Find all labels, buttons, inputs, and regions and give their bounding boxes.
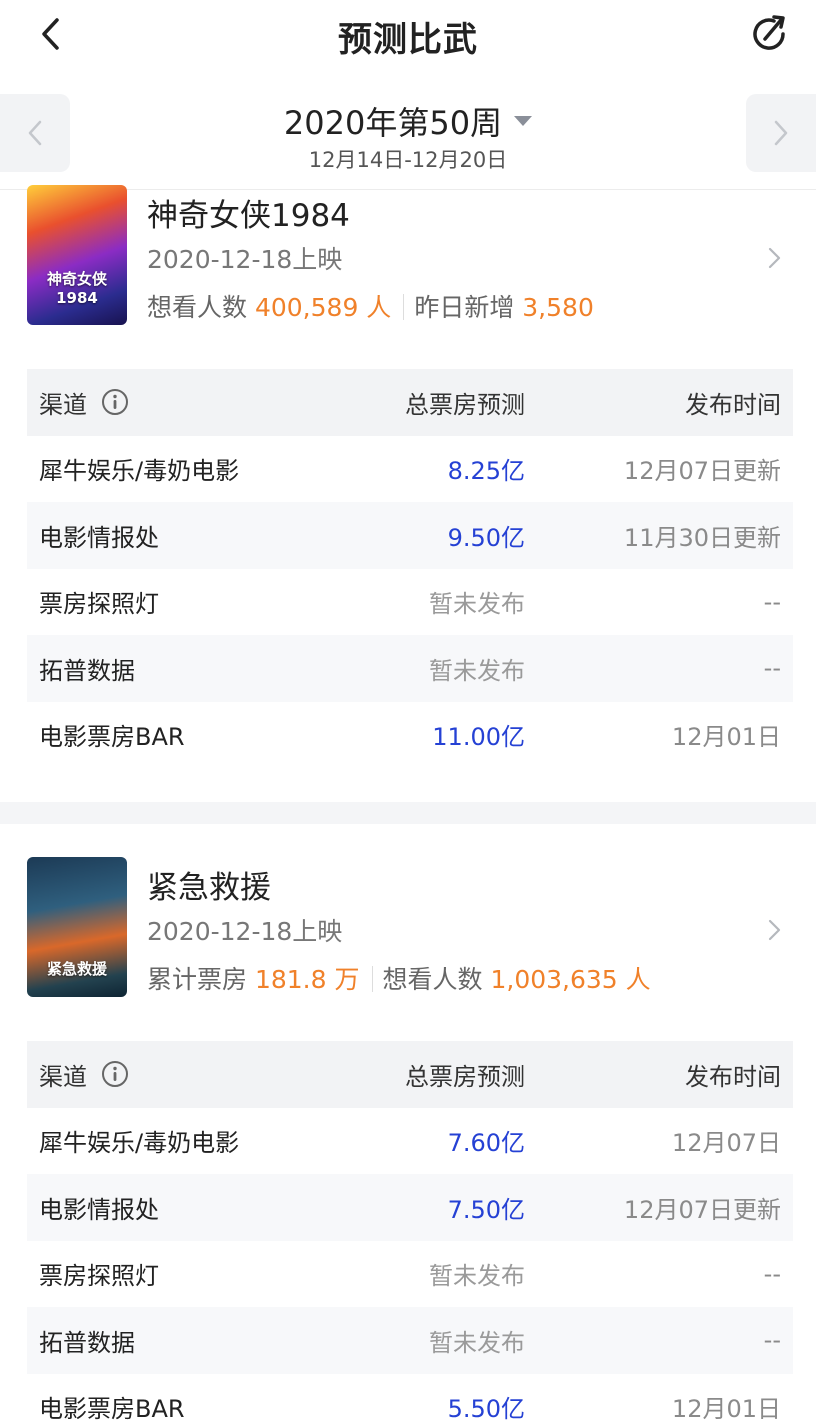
prediction-value: 暂未发布 xyxy=(429,656,525,685)
movie-stats: 累计票房 181.8 万想看人数 1,003,635 人 xyxy=(147,960,651,996)
week-dropdown[interactable]: 2020年第50周 xyxy=(0,98,816,144)
week-selector: 2020年第50周 12月14日-12月20日 xyxy=(0,86,816,190)
column-header-channel: 渠道 xyxy=(39,385,129,420)
table-row: 电影票房BAR 5.50亿 12月01日 xyxy=(27,1374,793,1428)
table-row: 电影票房BAR 11.00亿 12月01日 xyxy=(27,702,793,769)
table-row: 电影情报处 9.50亿 11月30日更新 xyxy=(27,502,793,569)
caret-down-icon xyxy=(514,116,533,126)
channel-name: 拓普数据 xyxy=(39,656,135,685)
channel-name: 电影票房BAR xyxy=(39,723,185,752)
table-row: 票房探照灯 暂未发布 -- xyxy=(27,1241,793,1308)
prediction-table: 渠道 总票房预测 发布时间 犀牛娱乐/毒奶电影 7.60亿 12月07日 电影情… xyxy=(27,1041,793,1428)
section-divider xyxy=(0,802,816,824)
table-header: 渠道 总票房预测 发布时间 xyxy=(27,1041,793,1108)
info-icon[interactable] xyxy=(101,388,129,416)
prediction-value: 暂未发布 xyxy=(429,590,525,619)
stat-divider xyxy=(403,294,405,320)
release-date: 2020-12-18上映 xyxy=(147,245,343,274)
stat-label: 累计票房 xyxy=(147,965,248,994)
header-label: 渠道 xyxy=(39,1062,87,1091)
publish-time: 12月07日更新 xyxy=(623,1195,781,1224)
publish-time: 12月01日 xyxy=(671,723,781,752)
movie-card[interactable]: 神奇女侠 1984 神奇女侠1984 2020-12-18上映 想看人数 400… xyxy=(0,185,816,800)
info-icon[interactable] xyxy=(101,1060,129,1088)
channel-name: 犀牛娱乐/毒奶电影 xyxy=(39,457,240,486)
share-button[interactable] xyxy=(748,12,792,56)
week-title-text: 2020年第50周 xyxy=(283,104,503,142)
header-label: 渠道 xyxy=(39,390,87,419)
publish-time: -- xyxy=(763,1326,781,1355)
column-header-prediction: 总票房预测 xyxy=(405,1062,525,1091)
column-header-channel: 渠道 xyxy=(39,1057,129,1092)
column-header-time: 发布时间 xyxy=(685,390,781,419)
prediction-value: 7.60亿 xyxy=(447,1129,525,1158)
publish-time: -- xyxy=(763,1259,781,1288)
stat-value: 181.8 万 xyxy=(254,965,360,994)
prediction-value: 8.25亿 xyxy=(447,457,525,486)
channel-name: 电影情报处 xyxy=(39,1195,159,1224)
prediction-value: 暂未发布 xyxy=(429,1328,525,1357)
channel-name: 票房探照灯 xyxy=(39,590,159,619)
publish-time: -- xyxy=(763,654,781,683)
chevron-right-icon xyxy=(768,247,781,269)
channel-name: 电影情报处 xyxy=(39,523,159,552)
stat-label: 昨日新增 xyxy=(414,293,515,322)
publish-time: 11月30日更新 xyxy=(623,523,781,552)
stat-divider xyxy=(371,966,373,992)
publish-time: 12月01日 xyxy=(671,1395,781,1424)
stat-value: 400,589 人 xyxy=(254,293,392,322)
movie-stats: 想看人数 400,589 人昨日新增 3,580 xyxy=(147,288,594,324)
prediction-table: 渠道 总票房预测 发布时间 犀牛娱乐/毒奶电影 8.25亿 12月07日更新 电… xyxy=(27,369,793,768)
release-date: 2020-12-18上映 xyxy=(147,917,343,946)
stat-label: 想看人数 xyxy=(147,293,248,322)
share-icon xyxy=(753,15,785,50)
publish-time: 12月07日 xyxy=(671,1129,781,1158)
top-bar: 预测比武 xyxy=(0,0,816,70)
table-row: 拓普数据 暂未发布 -- xyxy=(27,635,793,702)
publish-time: -- xyxy=(763,587,781,616)
table-row: 拓普数据 暂未发布 -- xyxy=(27,1307,793,1374)
stat-value: 3,580 xyxy=(522,293,594,322)
movie-poster: 神奇女侠 1984 xyxy=(27,185,127,325)
prediction-value: 7.50亿 xyxy=(447,1195,525,1224)
stat-label: 想看人数 xyxy=(382,965,483,994)
poster-title: 神奇女侠 1984 xyxy=(46,270,107,307)
next-week-button[interactable] xyxy=(746,94,816,172)
column-header-time: 发布时间 xyxy=(685,1062,781,1091)
prediction-value: 11.00亿 xyxy=(432,723,525,752)
prediction-value: 暂未发布 xyxy=(429,1262,525,1291)
chevron-right-icon xyxy=(768,919,781,941)
table-row: 犀牛娱乐/毒奶电影 7.60亿 12月07日 xyxy=(27,1108,793,1175)
movie-card[interactable]: 紧急救援 紧急救援 2020-12-18上映 累计票房 181.8 万想看人数 … xyxy=(0,857,816,1428)
poster-title: 紧急救援 xyxy=(46,960,107,978)
prediction-value: 5.50亿 xyxy=(447,1395,525,1424)
chevron-right-icon xyxy=(774,120,788,146)
channel-name: 电影票房BAR xyxy=(39,1395,185,1424)
table-row: 票房探照灯 暂未发布 -- xyxy=(27,569,793,636)
table-row: 电影情报处 7.50亿 12月07日更新 xyxy=(27,1174,793,1241)
table-row: 犀牛娱乐/毒奶电影 8.25亿 12月07日更新 xyxy=(27,436,793,503)
channel-name: 票房探照灯 xyxy=(39,1262,159,1291)
channel-name: 犀牛娱乐/毒奶电影 xyxy=(39,1129,240,1158)
movie-poster: 紧急救援 xyxy=(27,857,127,997)
prediction-value: 9.50亿 xyxy=(447,523,525,552)
week-date-range: 12月14日-12月20日 xyxy=(308,148,508,172)
channel-name: 拓普数据 xyxy=(39,1328,135,1357)
stat-value: 1,003,635 人 xyxy=(490,965,651,994)
movie-title: 紧急救援 xyxy=(147,870,271,906)
column-header-prediction: 总票房预测 xyxy=(405,390,525,419)
publish-time: 12月07日更新 xyxy=(623,457,781,486)
movie-title: 神奇女侠1984 xyxy=(147,198,350,234)
page-title: 预测比武 xyxy=(338,20,478,60)
table-header: 渠道 总票房预测 发布时间 xyxy=(27,369,793,436)
